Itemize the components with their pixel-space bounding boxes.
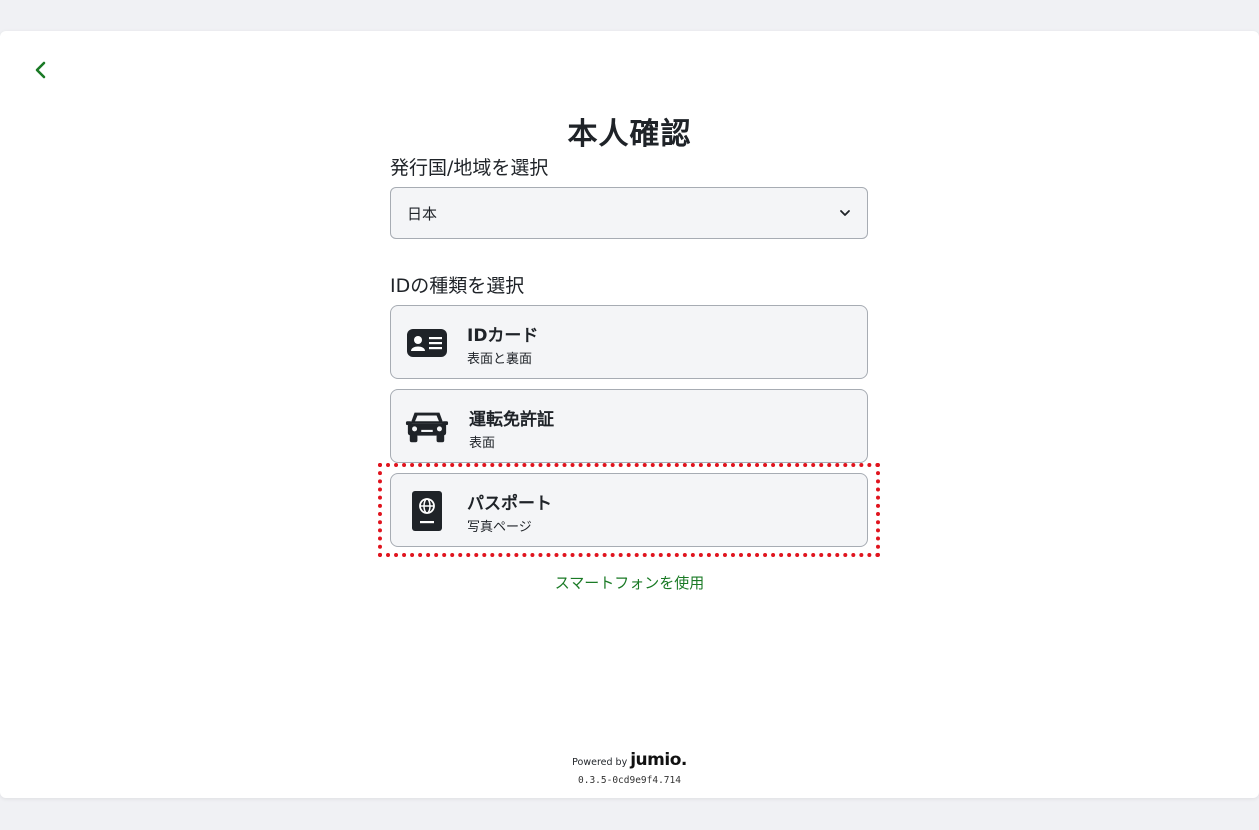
use-smartphone-link[interactable]: スマートフォンを使用 xyxy=(0,572,1259,593)
version-text: 0.3.5-0cd9e9f4.714 xyxy=(578,775,681,786)
passport-subtitle: 写真ページ xyxy=(467,520,532,535)
passport-title: パスポート xyxy=(467,494,552,514)
passport-icon xyxy=(405,491,449,531)
chevron-down-icon xyxy=(840,210,850,216)
id-card-icon xyxy=(405,323,449,363)
back-button[interactable] xyxy=(28,57,54,83)
chevron-left-icon xyxy=(35,61,46,79)
country-label: 発行国/地域を選択 xyxy=(390,157,549,179)
page-title: 本人確認 xyxy=(567,117,692,152)
drivers-license-title: 運転免許証 xyxy=(469,410,554,430)
id-card-option[interactable]: IDカード 表面と裏面 xyxy=(390,305,868,379)
id-type-label: IDの種類を選択 xyxy=(390,275,525,297)
drivers-license-subtitle: 表面 xyxy=(469,436,496,451)
country-select-value: 日本 xyxy=(407,204,438,223)
id-card-subtitle: 表面と裏面 xyxy=(467,352,533,367)
powered-by-text: Powered by xyxy=(572,757,628,768)
id-card-title: IDカード xyxy=(467,326,539,346)
drivers-license-option[interactable]: 運転免許証 表面 xyxy=(390,389,868,463)
passport-option[interactable]: パスポート 写真ページ xyxy=(390,473,868,547)
car-icon xyxy=(405,407,449,447)
country-select[interactable]: 日本 xyxy=(390,187,868,239)
verification-card: 本人確認 発行国/地域を選択 日本 IDの種類を選択 IDカード 表面と裏面 運… xyxy=(0,31,1259,798)
powered-by: Powered by jumio. xyxy=(0,750,1259,770)
jumio-logo: jumio. xyxy=(630,750,687,770)
